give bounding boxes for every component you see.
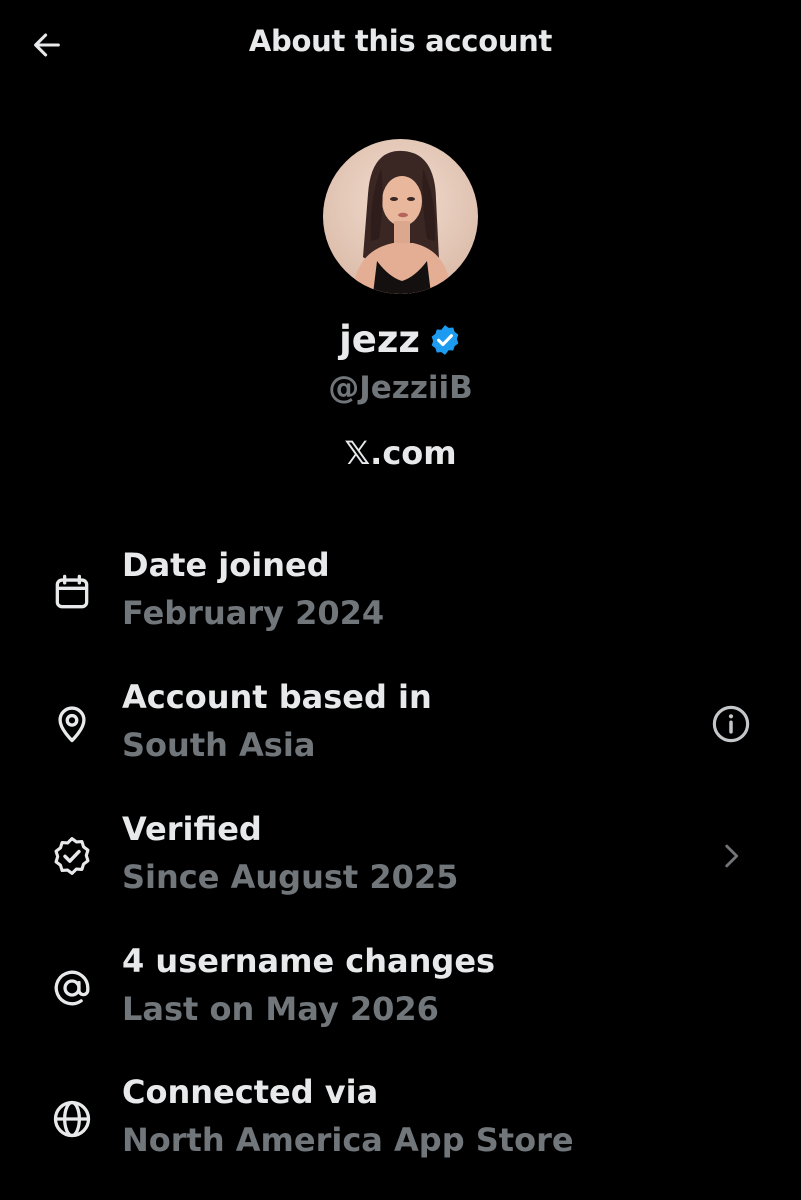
row-subtitle: Last on May 2026: [122, 990, 439, 1028]
chevron-right-icon: [725, 844, 739, 868]
avatar[interactable]: [323, 139, 478, 294]
domain-label: 𝕏.com: [344, 434, 457, 472]
row-title: Date joined: [122, 546, 330, 584]
row-username-changes: 4 username changes Last on May 2026: [0, 936, 801, 1046]
row-title: Verified: [122, 810, 262, 848]
row-subtitle: South Asia: [122, 726, 316, 764]
row-account-based-in: Account based in South Asia: [0, 672, 801, 782]
row-date-joined: Date joined February 2024: [0, 540, 801, 650]
page-title: About this account: [248, 24, 553, 58]
verified-badge-icon: [428, 323, 462, 357]
location-pin-icon: [58, 706, 86, 743]
row-connected-via: Connected via North America App Store: [0, 1067, 801, 1177]
globe-icon: [53, 1100, 91, 1138]
row-title: 4 username changes: [122, 942, 496, 980]
row-subtitle: February 2024: [122, 594, 385, 632]
row-verified[interactable]: Verified Since August 2025: [0, 804, 801, 914]
info-icon: [712, 705, 750, 743]
display-name: jezz: [339, 318, 420, 361]
row-title: Connected via: [122, 1073, 379, 1111]
top-bar: About this account: [0, 0, 801, 86]
row-title: Account based in: [122, 678, 432, 716]
row-subtitle: North America App Store: [122, 1121, 574, 1159]
verified-details-button[interactable]: [709, 834, 753, 878]
row-subtitle: Since August 2025: [122, 858, 459, 896]
profile-name-row: jezz: [0, 318, 801, 361]
info-button[interactable]: [709, 702, 753, 746]
username-handle: @JezziiB: [328, 370, 473, 406]
calendar-icon: [55, 574, 89, 609]
at-sign-icon: [54, 970, 90, 1006]
verified-check-icon: [54, 837, 90, 875]
